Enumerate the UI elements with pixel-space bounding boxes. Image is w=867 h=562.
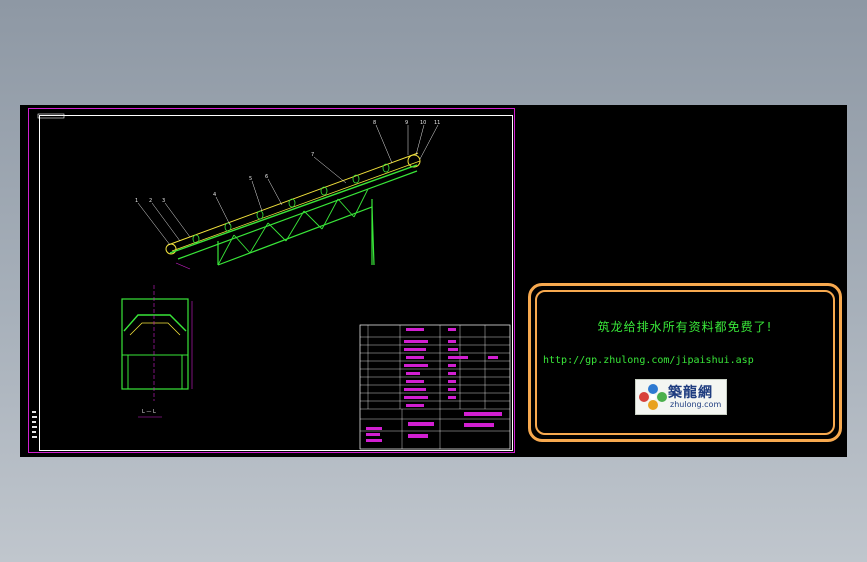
svg-text:2: 2 (149, 198, 152, 204)
svg-text:8: 8 (373, 120, 376, 126)
svg-text:10: 10 (420, 120, 426, 126)
promo-notice: 筑龙给排水所有资料都免费了! http://gp.zhulong.com/jip… (528, 283, 842, 442)
dimension-line (175, 262, 191, 270)
svg-text:3: 3 (162, 198, 165, 204)
corner-title-box (37, 113, 65, 119)
truss-diagonals (217, 188, 369, 266)
head-pulley (407, 154, 421, 168)
idler-rollers (192, 163, 390, 244)
conveyor-elevation: 1 2 3 4 5 6 7 8 9 10 11 (135, 120, 440, 270)
section-label: L — L (142, 409, 156, 415)
title-block (359, 324, 511, 450)
svg-text:1: 1 (135, 198, 138, 204)
logo-chinese-text: 築龍網 (668, 385, 713, 401)
stringer-bottom (177, 170, 418, 260)
svg-text:7: 7 (311, 152, 314, 158)
conveyor-cross-section: L — L (121, 285, 193, 418)
notice-title: 筑龙给排水所有资料都免费了! (597, 320, 773, 334)
belt-lower-line (171, 160, 421, 252)
svg-text:6: 6 (265, 174, 268, 180)
svg-text:11: 11 (434, 120, 440, 126)
side-notes (32, 411, 37, 438)
svg-text:9: 9 (405, 120, 408, 126)
section-frame (121, 298, 189, 390)
cad-model-space[interactable]: 1 2 3 4 5 6 7 8 9 10 11 L — L 筑龙给排水所有资料都… (20, 105, 847, 457)
promo-notice-inner-border: 筑龙给排水所有资料都免费了! http://gp.zhulong.com/jip… (535, 290, 835, 435)
notice-url[interactable]: http://gp.zhulong.com/jipaishui.asp (543, 355, 754, 366)
logo-flower-icon (639, 384, 667, 410)
logo-english-text: zhulong.com (670, 400, 722, 409)
stringer-top (169, 164, 418, 254)
belt-trough (129, 322, 181, 336)
svg-text:4: 4 (213, 192, 216, 198)
svg-text:5: 5 (249, 176, 252, 182)
callout-leaders (137, 124, 439, 246)
zhulong-logo[interactable]: 築龍網 zhulong.com (635, 379, 727, 415)
